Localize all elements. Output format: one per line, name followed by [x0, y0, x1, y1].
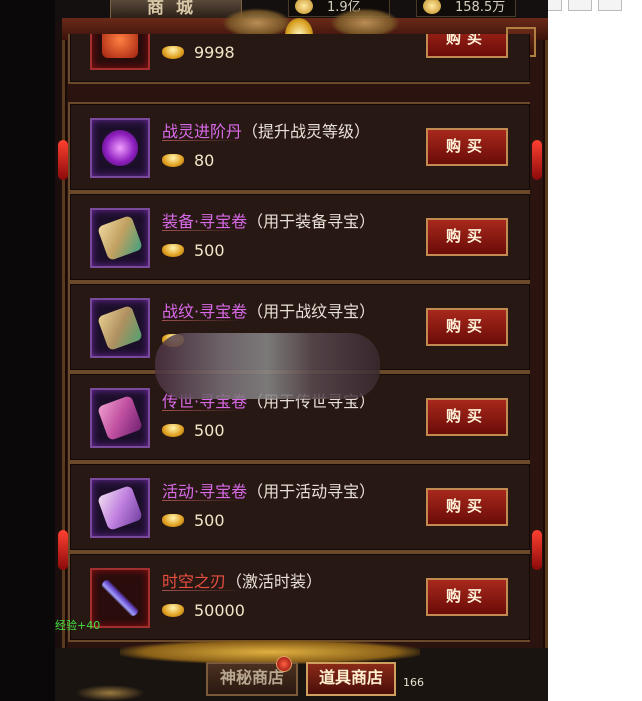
ingot-icon [162, 154, 184, 167]
coin-icon [295, 0, 313, 14]
item-name: 装备·寻宝卷（用于装备寻宝） [162, 208, 375, 232]
item-desc: （用于装备寻宝） [247, 212, 376, 231]
item-desc: （激活时装） [226, 572, 323, 591]
scroll-icon [96, 304, 144, 352]
buy-button[interactable]: 购买 [426, 578, 508, 616]
gold-pile-ornament [120, 640, 420, 664]
price-value: 500 [194, 241, 225, 260]
shop-item: 战灵进阶丹（提升战灵等级） 80 购买 [68, 102, 530, 192]
outside-area [548, 0, 642, 701]
buy-button[interactable]: 购买 [426, 34, 508, 58]
ruby-ornament [58, 140, 68, 180]
item-desc: （提升战灵等级） [242, 122, 371, 141]
item-title: 战纹·寻宝卷 [162, 302, 248, 321]
buy-button[interactable]: 购买 [426, 128, 508, 166]
ruby-ornament [532, 140, 542, 180]
item-name: 战灵进阶丹（提升战灵等级） [162, 118, 370, 142]
name-underline [162, 140, 242, 141]
item-title: 活动·寻宝卷 [162, 482, 248, 501]
buy-button[interactable]: 购买 [426, 488, 508, 526]
notification-dot-icon [276, 656, 292, 672]
shop-item: 装备·寻宝卷（用于装备寻宝） 500 购买 [68, 192, 530, 282]
item-name: 时空之刃（激活时装） [162, 568, 322, 592]
buy-button[interactable]: 购买 [426, 218, 508, 256]
purple-orb-icon [102, 130, 138, 166]
price-value: 500 [194, 511, 225, 530]
ingot-icon [162, 424, 184, 437]
item-slot [90, 208, 150, 268]
item-name: 活动·寻宝卷（用于活动寻宝） [162, 478, 375, 502]
name-underline [162, 410, 242, 411]
ingot-icon [162, 604, 184, 617]
item-slot [90, 298, 150, 358]
ingot-icon [162, 46, 184, 59]
ingot-icon [423, 0, 441, 14]
item-desc: （用于战纹寻宝） [247, 302, 376, 321]
price-value: 80 [194, 151, 215, 170]
item-icon [102, 34, 138, 58]
left-background [0, 0, 58, 701]
item-slot [90, 478, 150, 538]
shop-item: 活动·寻宝卷（用于活动寻宝） 500 购买 [68, 462, 530, 552]
scroll-icon [96, 484, 144, 532]
item-slot [90, 34, 150, 70]
name-underline [162, 590, 242, 591]
ctrl-icon[interactable] [598, 0, 622, 11]
blade-icon [102, 580, 138, 616]
buy-button[interactable]: 购买 [426, 398, 508, 436]
name-underline [162, 500, 242, 501]
ctrl-icon[interactable] [568, 0, 592, 11]
item-title: 装备·寻宝卷 [162, 212, 248, 231]
exp-gain-text: 经验+40 [55, 619, 101, 632]
ruby-ornament [58, 530, 68, 570]
tab-props-shop[interactable]: 道具商店 [306, 662, 396, 696]
price-value: 9998 [194, 43, 235, 62]
price-value: 500 [194, 421, 225, 440]
ingot-icon [162, 244, 184, 257]
name-underline [162, 320, 242, 321]
item-count: 166 [403, 676, 424, 689]
item-slot [90, 118, 150, 178]
price-value: 50000 [194, 601, 245, 620]
name-underline [162, 230, 242, 231]
resource-2-value: 158.5万 [455, 0, 506, 15]
ingot-icon [162, 514, 184, 527]
ruby-ornament [532, 530, 542, 570]
dragon-ornament-bottom [75, 685, 145, 701]
item-title: 战灵进阶丹 [162, 122, 243, 141]
item-slot [90, 388, 150, 448]
item-title: 时空之刃 [162, 572, 227, 591]
scroll-icon [96, 394, 144, 442]
buy-button[interactable]: 购买 [426, 308, 508, 346]
scroll-icon [96, 214, 144, 262]
resource-2: 158.5万 [416, 0, 516, 17]
item-name: 战纹·寻宝卷（用于战纹寻宝） [162, 298, 375, 322]
shop-item: 9998 购买 [68, 34, 530, 84]
mosaic-blur [155, 333, 380, 399]
shop-item: 时空之刃（激活时装） 50000 购买 [68, 552, 530, 642]
item-desc: （用于活动寻宝） [247, 482, 376, 501]
